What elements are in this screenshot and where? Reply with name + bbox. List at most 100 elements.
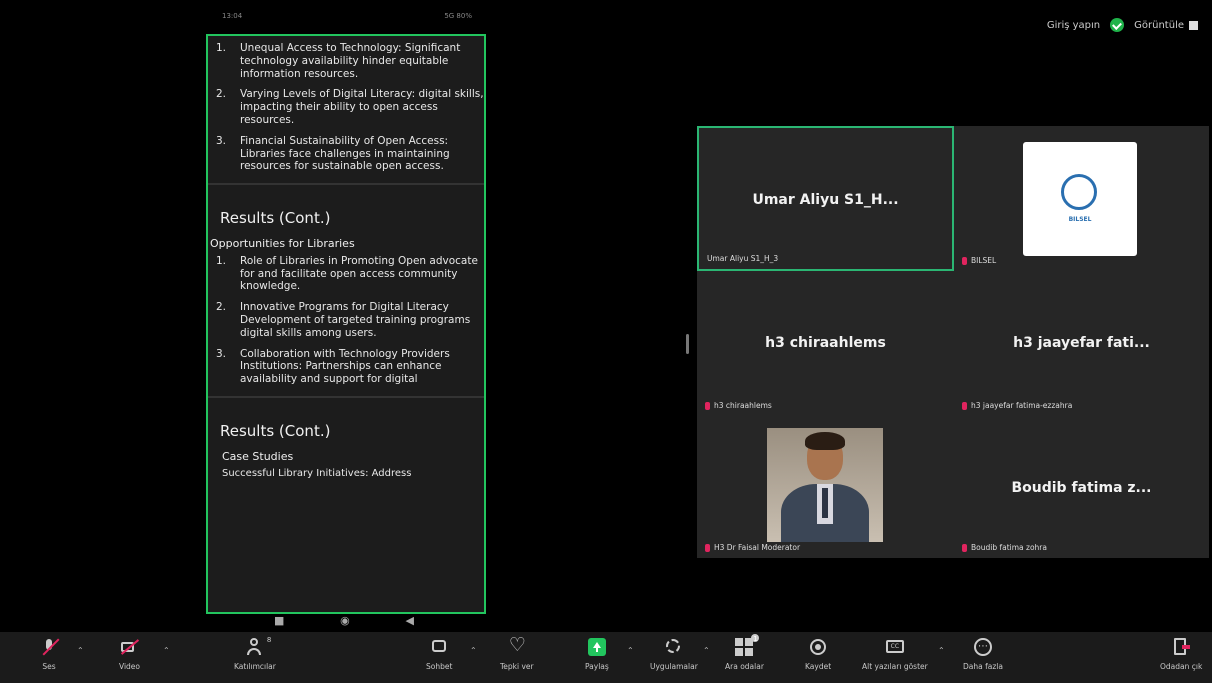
- shared-screen[interactable]: 13:04 5G 80% 1. Unequal Access to Technol…: [204, 12, 488, 632]
- record-icon: [809, 638, 827, 656]
- captions-options-caret[interactable]: ⌃: [938, 646, 945, 655]
- participant-label: BILSEL: [962, 256, 996, 265]
- sign-in-link[interactable]: Giriş yapın: [1047, 20, 1100, 31]
- logo-text: BILSEL: [1068, 216, 1092, 223]
- breakout-badge: 1: [751, 634, 760, 643]
- top-right-bar: Giriş yapın Görüntüle: [1047, 18, 1198, 32]
- slide-divider: [208, 183, 484, 186]
- list-number: 3.: [216, 134, 227, 147]
- heart-icon: [508, 634, 526, 656]
- view-label: Görüntüle: [1134, 19, 1184, 31]
- more-label: Daha fazla: [963, 662, 1003, 671]
- mute-label: Ses: [42, 662, 56, 671]
- status-time: 13:04: [222, 12, 243, 20]
- list-text: Innovative Programs for Digital Literacy…: [240, 301, 471, 339]
- participant-tile[interactable]: Boudib fatima z... Boudib fatima zohra: [954, 416, 1209, 558]
- participant-label-text: BILSEL: [971, 256, 997, 265]
- video-button[interactable]: Video: [119, 638, 140, 671]
- slide-list-1: 1. Unequal Access to Technology: Signific…: [208, 42, 484, 173]
- share-button[interactable]: Paylaş: [585, 638, 609, 671]
- chat-label: Sohbet: [426, 662, 453, 671]
- react-button[interactable]: Tepki ver: [500, 634, 534, 671]
- participant-tile[interactable]: h3 jaayefar fati... h3 jaayefar fatima-e…: [954, 271, 1209, 416]
- home-icon[interactable]: ◉: [340, 614, 350, 627]
- participants-icon: 8: [246, 636, 271, 656]
- audio-options-caret[interactable]: ⌃: [77, 646, 84, 655]
- meeting-toolbar: Ses ⌃ Video ⌃ 8 Katılımcılar Sohbet ⌃ Tep…: [0, 632, 1212, 683]
- phone-status-bar: 13:04 5G 80%: [222, 12, 472, 26]
- slide-heading: Results (Cont.): [220, 209, 331, 228]
- list-text: Collaboration with Technology Providers …: [240, 347, 450, 386]
- shared-content-frame: 1. Unequal Access to Technology: Signific…: [206, 34, 486, 614]
- more-button[interactable]: Daha fazla: [963, 638, 1003, 671]
- list-text: Unequal Access to Technology: Significan…: [240, 42, 461, 80]
- list-number: 3.: [216, 347, 227, 360]
- slide-list-2: 1. Role of Libraries in Promoting Open ad…: [208, 255, 484, 386]
- participant-label: Boudib fatima zohra: [962, 543, 1047, 552]
- participants-button[interactable]: 8 Katılımcılar: [234, 636, 276, 671]
- captions-button[interactable]: Alt yazıları göster: [862, 638, 928, 671]
- mic-muted-icon: [962, 401, 967, 410]
- apps-label: Uygulamalar: [650, 662, 698, 671]
- participants-label: Katılımcılar: [234, 662, 276, 671]
- microphone-muted-icon: [40, 638, 58, 656]
- list-number: 1.: [216, 254, 227, 267]
- participant-label: h3 chiraahlems: [705, 401, 772, 410]
- view-button[interactable]: Görüntüle: [1134, 20, 1198, 31]
- mute-button[interactable]: Ses: [40, 638, 58, 671]
- participant-tile[interactable]: h3 chiraahlems h3 chiraahlems: [697, 271, 954, 416]
- chat-button[interactable]: Sohbet: [426, 638, 452, 671]
- grid-view-icon: [1189, 20, 1198, 30]
- slide-subheading: Opportunities for Libraries: [210, 237, 355, 251]
- participant-label: Umar Aliyu S1_H_3: [707, 254, 778, 263]
- list-number: 2.: [216, 301, 227, 314]
- participants-count: 8: [266, 636, 272, 644]
- chat-options-caret[interactable]: ⌃: [470, 646, 477, 655]
- slide-heading: Results (Cont.): [220, 422, 331, 441]
- record-button[interactable]: Kaydet: [805, 638, 831, 671]
- status-indicators: 5G 80%: [444, 12, 472, 20]
- participant-tile[interactable]: Umar Aliyu S1_H... Umar Aliyu S1_H_3: [697, 126, 954, 271]
- leave-button[interactable]: Odadan çık: [1160, 638, 1202, 671]
- video-options-caret[interactable]: ⌃: [163, 646, 170, 655]
- participant-label: H3 Dr Faisal Moderator: [705, 543, 800, 552]
- slide-cut-line: Successful Library Initiatives: Address: [222, 467, 412, 479]
- apps-button[interactable]: Uygulamalar: [650, 638, 698, 671]
- list-number: 1.: [216, 42, 227, 54]
- slide-divider: [208, 396, 484, 399]
- more-icon: [973, 638, 992, 656]
- participant-label-text: h3 jaayefar fatima-ezzahra: [971, 401, 1073, 410]
- video-label: Video: [119, 662, 141, 671]
- participant-name: h3 jaayefar fati...: [1013, 335, 1150, 351]
- share-options-caret[interactable]: ⌃: [627, 646, 634, 655]
- split-drag-handle[interactable]: [686, 334, 689, 354]
- list-text: Varying Levels of Digital Literacy: digi…: [240, 88, 484, 126]
- chat-icon: [430, 638, 448, 656]
- breakout-rooms-button[interactable]: 1 Ara odalar: [725, 634, 764, 671]
- participant-label-text: h3 chiraahlems: [714, 401, 772, 410]
- captions-label: Alt yazıları göster: [862, 662, 928, 671]
- recents-icon[interactable]: ■: [274, 614, 284, 627]
- breakout-label: Ara odalar: [725, 662, 764, 671]
- camera-off-icon: [120, 638, 139, 656]
- participant-label-text: Boudib fatima zohra: [971, 543, 1047, 552]
- apps-options-caret[interactable]: ⌃: [703, 646, 710, 655]
- participant-tile[interactable]: BILSEL BILSEL: [954, 126, 1209, 271]
- react-label: Tepki ver: [500, 662, 534, 671]
- leave-label: Odadan çık: [1160, 662, 1203, 671]
- mic-muted-icon: [962, 543, 967, 552]
- participant-video-photo: [767, 428, 883, 542]
- participant-gallery: Umar Aliyu S1_H... Umar Aliyu S1_H_3 BIL…: [697, 126, 1209, 558]
- leave-icon: [1172, 638, 1191, 656]
- share-screen-icon: [587, 638, 606, 656]
- back-icon[interactable]: ◀: [406, 614, 414, 627]
- bilsel-logo: BILSEL: [1023, 142, 1137, 256]
- security-shield-icon[interactable]: [1110, 18, 1125, 32]
- participant-name: Boudib fatima z...: [1011, 480, 1152, 496]
- list-item: 3. Collaboration with Technology Provider…: [208, 348, 484, 386]
- participant-name: Umar Aliyu S1_H...: [752, 192, 899, 208]
- phone-nav-bar: ■ ◉ ◀: [274, 608, 414, 632]
- list-item: 1. Role of Libraries in Promoting Open ad…: [208, 255, 484, 293]
- mic-muted-icon: [705, 401, 710, 410]
- mic-muted-icon: [705, 543, 710, 552]
